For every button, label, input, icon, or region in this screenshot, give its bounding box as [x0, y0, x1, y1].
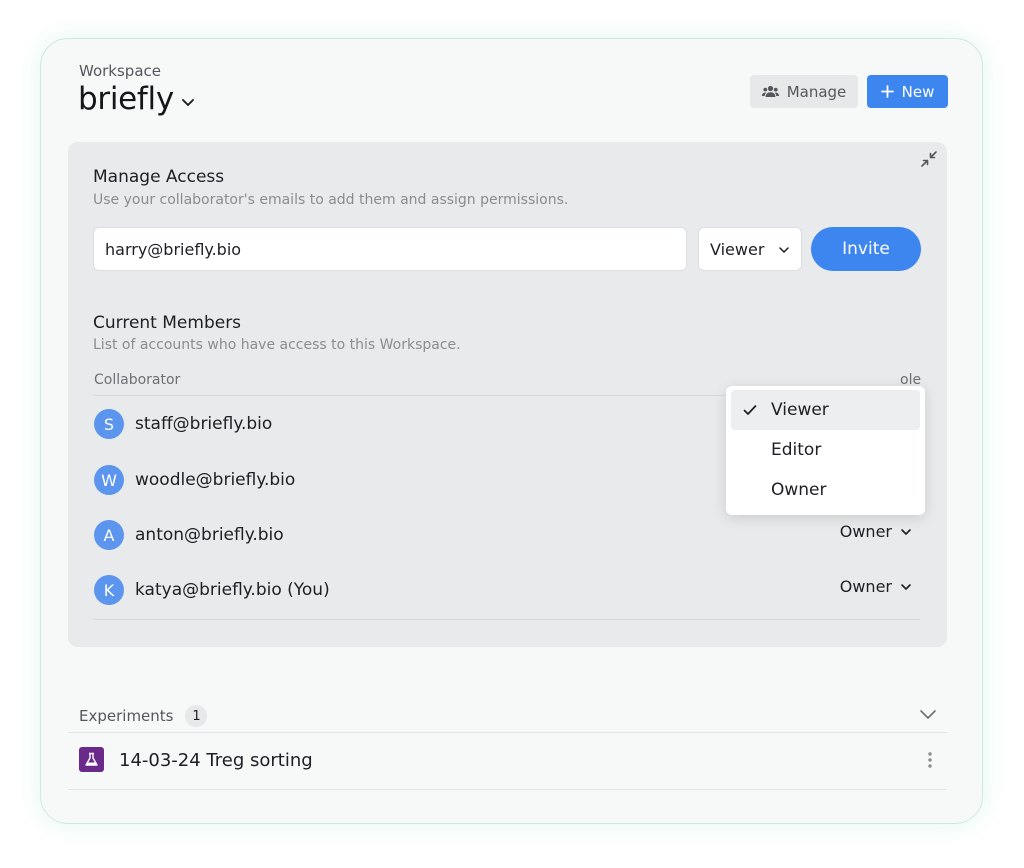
- member-role-value: Owner: [839, 577, 892, 596]
- manage-button-label: Manage: [786, 82, 847, 101]
- member-email: katya@briefly.bio (You): [135, 580, 330, 600]
- member-role-select[interactable]: Owner: [840, 577, 912, 596]
- role-select[interactable]: Viewer: [698, 227, 802, 271]
- divider: [93, 619, 920, 620]
- workspace-card: Workspace briefly Manage New Manage Acce…: [40, 38, 983, 824]
- role-option-owner[interactable]: Owner: [731, 470, 920, 510]
- role-dropdown-menu: Viewer Editor Owner: [726, 386, 925, 515]
- role-select-value: Viewer: [710, 239, 765, 259]
- chevron-down-icon: [901, 528, 911, 535]
- avatar: W: [94, 465, 124, 495]
- member-email: staff@briefly.bio: [135, 414, 273, 434]
- role-option-label: Viewer: [771, 400, 829, 420]
- avatar: K: [94, 575, 124, 605]
- member-email: woodle@briefly.bio: [135, 470, 296, 490]
- users-icon: [761, 85, 779, 97]
- current-members-title: Current Members: [93, 313, 242, 333]
- chevron-down-icon: [181, 99, 194, 106]
- collapse-icon[interactable]: [921, 151, 937, 167]
- avatar: S: [94, 409, 124, 439]
- chevron-down-icon: [901, 583, 911, 590]
- role-option-viewer[interactable]: Viewer: [731, 390, 920, 430]
- experiments-count-badge: 1: [185, 705, 208, 727]
- experiments-header: Experiments 1: [79, 705, 208, 727]
- check-icon: [743, 405, 757, 415]
- member-role-select[interactable]: Owner: [840, 522, 912, 541]
- manage-access-subtitle: Use your collaborator's emails to add th…: [93, 192, 569, 208]
- member-row: K katya@briefly.bio (You) Owner: [93, 570, 920, 610]
- member-row: A anton@briefly.bio Owner: [93, 515, 920, 555]
- more-options-icon[interactable]: [927, 751, 933, 769]
- workspace-name: briefly: [78, 81, 174, 117]
- role-option-editor[interactable]: Editor: [731, 430, 920, 470]
- experiment-list-item[interactable]: 14-03-24 Treg sorting: [68, 733, 947, 789]
- current-members-subtitle: List of accounts who have access to this…: [93, 337, 461, 353]
- divider: [68, 789, 947, 790]
- experiments-label: Experiments: [79, 707, 174, 725]
- chevron-down-icon[interactable]: [919, 705, 937, 723]
- experiment-name: 14-03-24 Treg sorting: [119, 750, 313, 771]
- manage-access-title: Manage Access: [93, 167, 225, 187]
- new-button-label: New: [901, 82, 935, 101]
- manage-access-panel: Manage Access Use your collaborator's em…: [68, 142, 947, 647]
- flask-icon: [79, 747, 104, 772]
- column-header-collaborator: Collaborator: [94, 372, 181, 388]
- workspace-label: Workspace: [79, 62, 161, 80]
- manage-button[interactable]: Manage: [750, 75, 858, 108]
- role-option-label: Editor: [771, 440, 822, 460]
- new-button[interactable]: New: [867, 75, 948, 108]
- email-input[interactable]: [93, 227, 687, 271]
- plus-icon: [880, 85, 894, 98]
- avatar: A: [94, 520, 124, 550]
- workspace-switcher[interactable]: briefly: [78, 81, 195, 117]
- chevron-down-icon: [779, 247, 789, 253]
- member-role-value: Owner: [839, 522, 892, 541]
- role-option-label: Owner: [771, 480, 827, 500]
- invite-button[interactable]: Invite: [811, 227, 921, 271]
- member-email: anton@briefly.bio: [135, 525, 284, 545]
